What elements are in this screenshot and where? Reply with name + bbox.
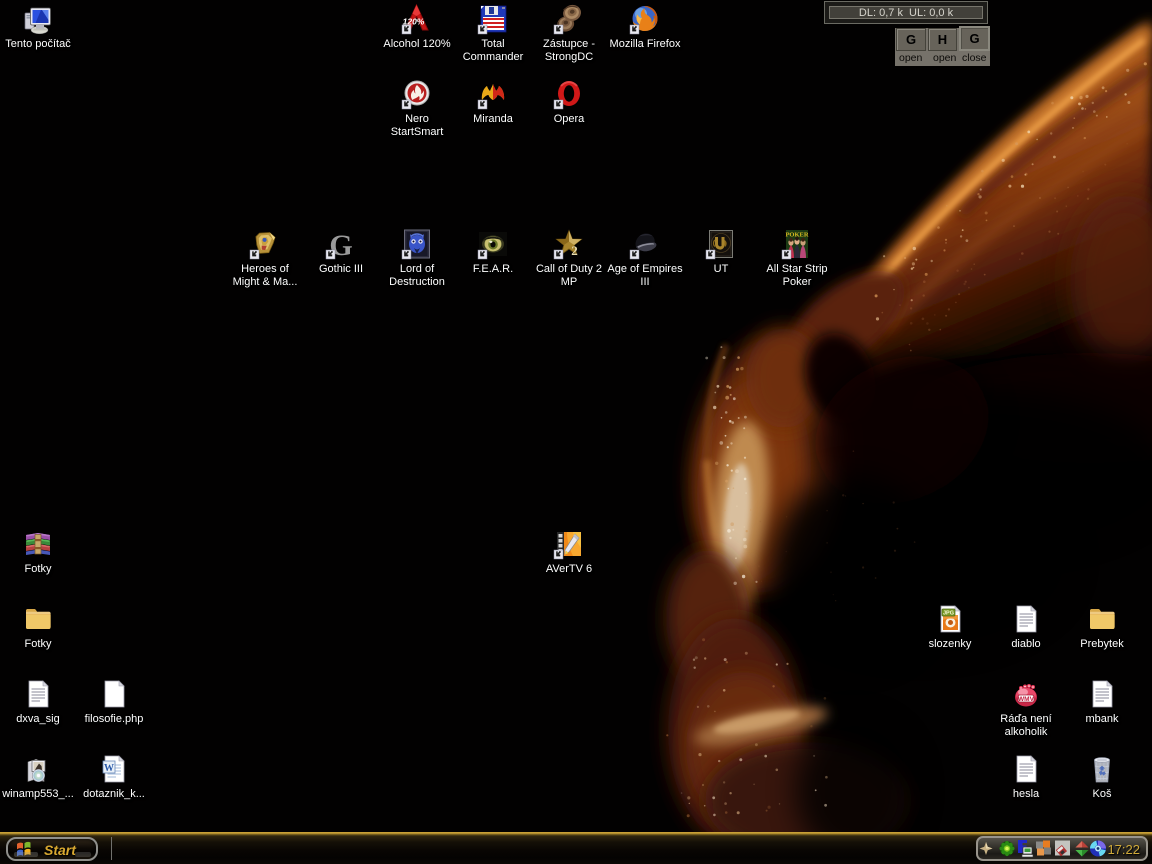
svg-text:WMV: WMV <box>1018 696 1035 703</box>
svg-text:JPG: JPG <box>943 611 954 617</box>
svg-text:W: W <box>104 763 114 774</box>
svg-text:2: 2 <box>571 243 578 258</box>
